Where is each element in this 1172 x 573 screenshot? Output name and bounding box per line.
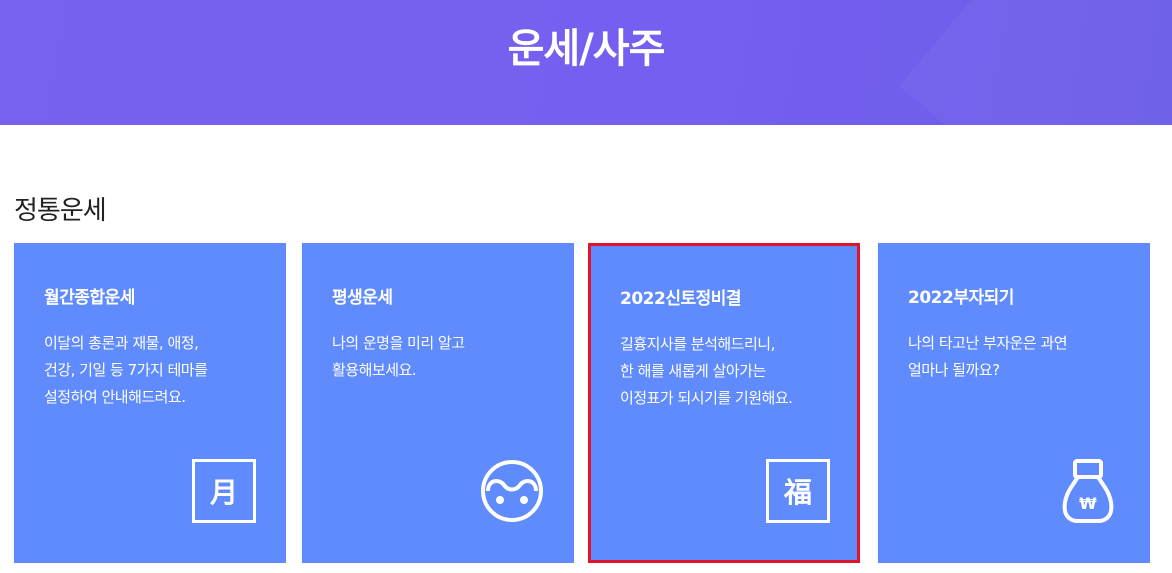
card-description: 나의 운명을 미리 알고 활용해보세요. xyxy=(332,330,562,384)
card-description-line: 길흉지사를 분석해드리니, xyxy=(620,335,775,353)
card-description-line: 활용해보세요. xyxy=(332,361,417,379)
card-tojeong-bigyeol[interactable]: 2022신토정비결 길흉지사를 분석해드리니, 한 해를 새롭게 살아가는 이정… xyxy=(588,243,860,563)
card-description-line: 건강, 기일 등 7가지 테마를 xyxy=(44,361,208,379)
page-title: 운세/사주 xyxy=(507,26,666,72)
card-description-line: 이달의 총론과 재물, 애정, xyxy=(44,334,199,352)
card-become-rich[interactable]: 2022부자되기 나의 타고난 부자운은 과연 얼마나 될까요? ₩ xyxy=(878,243,1150,563)
money-bag-icon: ₩ xyxy=(1056,459,1120,523)
card-description-line: 나의 운명을 미리 알고 xyxy=(332,334,465,352)
card-description: 이달의 총론과 재물, 애정, 건강, 기일 등 7가지 테마를 설정하여 안내… xyxy=(44,330,274,411)
card-description-line: 이정표가 되시기를 기원해요. xyxy=(620,389,793,407)
card-description-line: 한 해를 새롭게 살아가는 xyxy=(620,362,766,380)
page-banner: 운세/사주 xyxy=(0,0,1172,125)
card-title: 평생운세 xyxy=(332,288,393,308)
card-title: 월간종합운세 xyxy=(44,288,135,308)
card-description-line: 얼마나 될까요? xyxy=(908,361,1000,379)
moon-character-glyph: 月 xyxy=(192,459,256,523)
card-description-line: 설정하여 안내해드려요. xyxy=(44,388,186,406)
card-description-line: 나의 타고난 부자운은 과연 xyxy=(908,334,1068,352)
yin-yang-icon xyxy=(480,459,544,523)
fortune-character-glyph: 福 xyxy=(766,459,830,523)
card-description: 길흉지사를 분석해드리니, 한 해를 새롭게 살아가는 이정표가 되시기를 기원… xyxy=(620,331,850,412)
card-monthly-fortune[interactable]: 월간종합운세 이달의 총론과 재물, 애정, 건강, 기일 등 7가지 테마를 … xyxy=(14,243,286,563)
card-title: 2022부자되기 xyxy=(908,288,1014,308)
fortune-character-icon: 福 xyxy=(766,459,830,523)
moon-character-icon: 月 xyxy=(192,459,256,523)
card-description: 나의 타고난 부자운은 과연 얼마나 될까요? xyxy=(908,330,1138,384)
money-bag-glyph: ₩ xyxy=(1079,494,1097,513)
card-title: 2022신토정비결 xyxy=(620,289,742,309)
section-title: 정통운세 xyxy=(14,196,107,226)
card-lifetime-fortune[interactable]: 평생운세 나의 운명을 미리 알고 활용해보세요. xyxy=(302,243,574,563)
